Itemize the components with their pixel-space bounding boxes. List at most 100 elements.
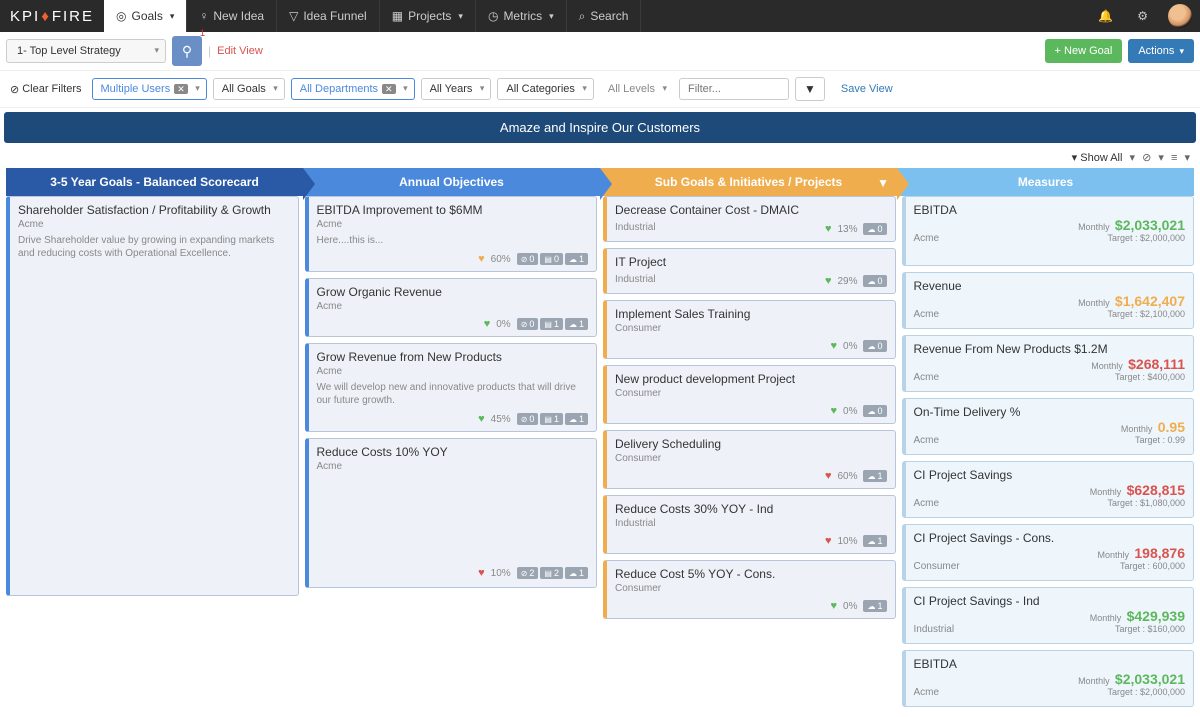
card-title: Delivery Scheduling	[615, 437, 887, 451]
chevron-down-icon[interactable]: ▾	[1158, 152, 1164, 164]
filter-goals[interactable]: All Goals	[213, 78, 285, 100]
goal-card[interactable]: EBITDA Improvement to $6MM Acme Here....…	[305, 196, 598, 272]
filter-levels[interactable]: All Levels	[600, 79, 673, 99]
cloud-icon: ☁	[867, 407, 875, 416]
measure-card[interactable]: CI Project Savings - Cons. Monthly 198,8…	[902, 524, 1195, 581]
chevron-down-icon[interactable]: ▾	[1184, 152, 1190, 164]
card-pct: 0%	[843, 341, 857, 352]
measure-card[interactable]: EBITDA Monthly $2,033,021 AcmeTarget : $…	[902, 650, 1195, 707]
list-icon[interactable]: ≡	[1171, 152, 1177, 164]
card-title: Revenue From New Products $1.2M	[914, 342, 1186, 356]
nav-metrics[interactable]: ◷ Metrics▾	[476, 0, 567, 32]
nav-new-idea-label: New Idea	[213, 9, 264, 23]
nav-projects-label: Projects	[408, 9, 451, 23]
card-title: On-Time Delivery %	[914, 405, 1186, 419]
filter-users[interactable]: Multiple Users✕	[92, 78, 207, 100]
filter-departments-label: All Departments	[300, 83, 378, 95]
new-goal-button[interactable]: + New Goal	[1045, 39, 1123, 63]
card-title: Grow Organic Revenue	[317, 285, 589, 299]
pill-count: 0	[877, 341, 882, 351]
avatar[interactable]	[1168, 4, 1192, 28]
measure-card[interactable]: Revenue Monthly $1,642,407 AcmeTarget : …	[902, 272, 1195, 329]
project-card[interactable]: New product development Project Consumer…	[603, 365, 896, 424]
nav-search[interactable]: ⌕ Search	[567, 0, 642, 32]
card-desc: Drive Shareholder value by growing in ex…	[18, 234, 290, 260]
header-year-goals[interactable]: 3-5 Year Goals - Balanced Scorecard	[6, 168, 303, 196]
card-sub: Acme	[317, 461, 589, 472]
goal-card[interactable]: Grow Revenue from New Products Acme We w…	[305, 343, 598, 432]
project-card[interactable]: Decrease Container Cost - DMAIC Industri…	[603, 196, 896, 242]
card-title: CI Project Savings - Ind	[914, 594, 1186, 608]
nav-projects[interactable]: ▦ Projects▾	[380, 0, 476, 32]
measure-card[interactable]: On-Time Delivery % Monthly 0.95 AcmeTarg…	[902, 398, 1195, 455]
pill-count: 0	[529, 254, 534, 264]
header-sub-goals[interactable]: Sub Goals & Initiatives / Projects▼	[600, 168, 897, 196]
measure-target: Target : $400,000	[1115, 372, 1185, 387]
save-view-link[interactable]: Save View	[841, 83, 893, 95]
card-pct: 10%	[837, 536, 857, 547]
filter-departments[interactable]: All Departments ✕	[291, 78, 415, 100]
heart-icon: ♥	[831, 600, 838, 612]
heart-icon: ♥	[478, 413, 485, 425]
measure-card[interactable]: CI Project Savings Monthly $628,815 Acme…	[902, 461, 1195, 518]
nav-goals[interactable]: ◎ Goals▾	[104, 0, 187, 32]
show-all-link[interactable]: Show All	[1080, 152, 1122, 164]
card-sub: Acme	[18, 219, 290, 230]
measure-card[interactable]: CI Project Savings - Ind Monthly $429,93…	[902, 587, 1195, 644]
goal-card[interactable]: Grow Organic Revenue Acme ♥0% ⊘0 ▤1 ☁1	[305, 278, 598, 337]
remove-filter-icon[interactable]: ✕	[382, 84, 396, 94]
measure-target: Target : 600,000	[1120, 561, 1185, 576]
heart-icon: ♥	[825, 535, 832, 547]
clear-filters-button[interactable]: ⊘Clear Filters	[6, 83, 86, 96]
remove-filter-icon[interactable]: ✕	[174, 84, 188, 94]
show-all-row: ▾ Show All ▾ ⊘ ▾ ≡ ▾	[0, 147, 1200, 168]
project-card[interactable]: IT Project Industrial ♥29%☁0	[603, 248, 896, 294]
filter-categories[interactable]: All Categories	[497, 78, 593, 100]
heart-icon: ♥	[831, 340, 838, 352]
funnel-icon[interactable]: ▼	[877, 176, 889, 190]
logo[interactable]: KPI ♦ FIRE	[0, 0, 104, 32]
filter-text-input[interactable]	[679, 78, 789, 100]
goal-card[interactable]: Shareholder Satisfaction / Profitability…	[6, 196, 299, 596]
project-card[interactable]: Reduce Costs 30% YOY - Ind Industrial ♥1…	[603, 495, 896, 554]
pill-count: 2	[529, 568, 534, 578]
card-title: Revenue	[914, 279, 1186, 293]
header-annual-objectives[interactable]: Annual Objectives	[303, 168, 600, 196]
card-sub: Acme	[914, 435, 940, 446]
list-icon: ▤	[544, 569, 552, 578]
header-measures[interactable]: Measures	[897, 168, 1194, 196]
card-title: Grow Revenue from New Products	[317, 350, 589, 364]
project-card[interactable]: Delivery Scheduling Consumer ♥60%☁1	[603, 430, 896, 489]
measure-card[interactable]: Revenue From New Products $1.2M Monthly …	[902, 335, 1195, 392]
measure-freq: Monthly	[1121, 424, 1153, 434]
project-card[interactable]: Reduce Cost 5% YOY - Cons. Consumer ♥0%☁…	[603, 560, 896, 619]
heart-icon: ♥	[831, 405, 838, 417]
actions-button[interactable]: Actions ▾	[1128, 39, 1194, 63]
edit-view-link[interactable]: Edit View	[217, 45, 263, 57]
pill-group: ⊘2 ▤2 ☁1	[517, 567, 588, 579]
strategy-select[interactable]: 1- Top Level Strategy	[6, 39, 166, 63]
chevron-down-icon: ▾	[170, 11, 175, 22]
chevron-down-icon[interactable]: ▾	[1130, 152, 1136, 164]
block-icon[interactable]: ⊘	[1142, 152, 1151, 164]
cloud-icon: ☁	[867, 537, 875, 546]
settings-toggle-button[interactable]: ⚲	[172, 36, 202, 66]
nav-idea-funnel[interactable]: ▽ Idea Funnel	[277, 0, 380, 32]
card-title: Reduce Costs 30% YOY - Ind	[615, 502, 887, 516]
filter-years[interactable]: All Years	[421, 78, 492, 100]
card-title: Reduce Costs 10% YOY	[317, 445, 589, 459]
gauge-icon: ◷	[488, 9, 498, 23]
heart-icon: ♥	[484, 318, 491, 330]
project-card[interactable]: Implement Sales Training Consumer ♥0%☁0	[603, 300, 896, 359]
notifications-button[interactable]: 🔔	[1086, 0, 1125, 32]
card-sub: Acme	[914, 498, 940, 509]
card-sub: Acme	[914, 372, 940, 383]
pill-count: 0	[554, 254, 559, 264]
card-sub: Industrial	[615, 274, 656, 285]
pill-count: 0	[877, 406, 882, 416]
goal-card[interactable]: Reduce Costs 10% YOY Acme ♥10% ⊘2 ▤2 ☁1	[305, 438, 598, 588]
measure-card[interactable]: EBITDA Monthly $2,033,021 AcmeTarget : $…	[902, 196, 1195, 266]
header-measures-label: Measures	[1018, 175, 1073, 189]
settings-button[interactable]: ⚙	[1125, 0, 1160, 32]
filter-funnel-button[interactable]: ▼	[795, 77, 825, 101]
